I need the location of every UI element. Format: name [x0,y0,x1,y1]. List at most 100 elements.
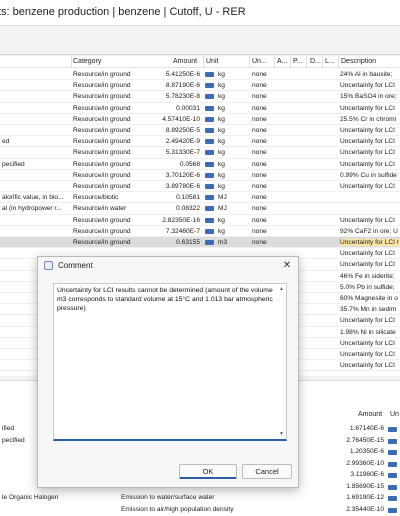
table-row[interactable]: Emission to air/high population density 2… [0,504,400,516]
flow-uncertainty: none [252,183,267,190]
dialog-title: Comment [58,261,93,270]
flow-amount: 5.78230E-8 [165,93,200,101]
scroll-down-icon[interactable]: ▼ [279,431,284,437]
flow-description: Uncertainty for LCI [340,82,395,90]
flow-uncertainty: none [252,205,267,213]
table-row[interactable]: Resource/in ground 8.87190E-6 kg none Uncert… [0,80,400,92]
flow-amount: 7.32460E-7 [165,227,200,235]
close-icon[interactable]: ✕ [280,259,294,272]
flow-description: Uncertainty for LCI [340,160,395,168]
unit-table-icon[interactable] [205,195,214,201]
table-row[interactable]: Resource/in ground 5.31330E-7 kg none Uncert… [0,147,400,159]
flow-description: 24% Al in bauxite; [340,71,393,78]
comment-text[interactable]: Uncertainty for LCI results cannot be de… [57,287,275,313]
unit-table-icon[interactable] [388,450,397,455]
unit-table-icon[interactable] [205,139,214,145]
unit-table-icon[interactable] [205,72,214,77]
column-header-location[interactable]: L... [325,58,335,65]
unit-table-icon[interactable] [205,83,214,89]
unit-table-icon[interactable] [205,150,214,156]
table-row[interactable]: Resource/in ground 2.82350E-16 kg none Uncer… [0,215,400,226]
table-row[interactable]: al (in hydropower r... Resource/in water 0… [0,203,400,215]
flow-amount: 8.87190E-6 [165,82,200,90]
flow-description: 15% BaSO4 in ore; [340,93,397,101]
table-row[interactable]: Resource/in ground 7.32460E-7 kg none 92% Ca… [0,226,400,237]
flow-amount: 3.89780E-6 [165,183,200,190]
flow-description: Uncertainty for LCI [340,261,395,269]
flow-amount: 2.49420E-9 [165,138,200,146]
column-header-category[interactable]: Category [73,58,101,65]
column-header-uncertainty[interactable]: Un... [252,58,267,65]
unit-table-icon[interactable] [388,461,397,467]
flow-name: pecified [2,160,25,168]
unit-table-icon[interactable] [205,217,214,223]
flow-description: Uncertainty for LCI [340,216,395,224]
column-header-description[interactable]: Description [341,58,376,65]
flow-unit: kg [218,183,225,190]
flow-uncertainty: none [252,71,267,78]
flow-name: alorific value, in bio... [2,194,64,202]
column-header-unit[interactable]: Unit [206,58,218,65]
unit-table-icon[interactable] [388,496,397,501]
ok-button[interactable]: OK [179,464,237,479]
unit-table-icon[interactable] [205,184,214,189]
flow-category: Emission to water/surface water [121,494,215,501]
table-row[interactable]: Resource/in ground 4.57410E-10 kg none 25.5%… [0,114,400,125]
table-row[interactable]: Resource/in ground 0.00031 kg none Uncertain… [0,103,400,114]
table-row[interactable]: ed Resource/in ground 2.49420E-9 kg none Unce… [0,136,400,148]
unit-table-icon[interactable] [388,427,397,432]
flow-unit: kg [218,127,225,134]
cancel-button[interactable]: Cancel [242,464,292,479]
comment-textarea[interactable]: Uncertainty for LCI results cannot be de… [53,283,287,441]
flow-description: Uncertainty for LCI [340,149,395,157]
table-row[interactable]: Resource/in ground 5.78230E-8 kg none 15% Ba… [0,91,400,103]
flow-description: Uncertainty for LCI [340,362,395,370]
flow-amount: 0.10581 [176,194,200,202]
flow-uncertainty: none [252,194,267,202]
unit-table-icon[interactable] [388,484,397,490]
flow-uncertainty: none [252,104,267,112]
flow-description: Uncertainty for LCI [340,339,395,347]
unit-table-icon[interactable] [205,172,214,178]
unit-table-icon[interactable] [205,128,214,133]
flow-amount: 2.82350E-16 [162,216,200,224]
unit-table-icon[interactable] [205,94,214,100]
flow-unit: kg [218,171,225,179]
column-header-provider[interactable]: P... [293,58,303,65]
flow-uncertainty: none [252,138,267,146]
flow-unit: kg [218,160,225,168]
flow-unit: kg [218,93,225,101]
scroll-up-icon[interactable]: ▲ [279,286,284,292]
flow-amount: 5.31330E-7 [165,149,200,157]
divider [0,54,400,55]
unit-table-icon[interactable] [205,240,214,245]
column-header-amount[interactable]: Amount [173,58,197,65]
flow-unit: kg [218,216,225,224]
table-row[interactable]: Resource/in ground 5.41250E-6 kg none 24% Al… [0,69,400,81]
flow-amount: 4.57410E-10 [162,115,200,123]
table-row[interactable]: Resource/in ground 3.70120E-6 kg none 0.99% … [0,170,400,181]
column-header-dq[interactable]: D... [310,58,321,65]
unit-table-icon[interactable] [205,116,214,122]
unit-table-icon[interactable] [205,161,214,167]
flow-uncertainty: none [252,227,267,235]
column-header-avoided[interactable]: A... [277,58,288,65]
table-row[interactable]: le Organic Halogen Emission to water/surf… [0,492,400,504]
table-row[interactable]: Resource/in ground 3.89780E-6 kg none Uncert… [0,181,400,193]
flow-amount: 2.35440E-10 [346,505,384,513]
table-row[interactable]: alorific value, in bio... Resource/biotic… [0,192,400,204]
table-row[interactable]: pecified Resource/in ground 0.0568 kg none Un… [0,159,400,170]
column-header-amount[interactable]: Amount [358,411,382,418]
table-row[interactable]: Resource/in ground 8.89250E-5 kg none Uncert… [0,125,400,137]
column-header-unit[interactable]: Un [390,411,399,418]
flow-unit: kg [218,149,225,157]
window-titlebar: ts: benzene production | benzene | Cutof… [0,0,400,26]
unit-table-icon[interactable] [388,438,397,444]
unit-table-icon[interactable] [205,206,214,212]
unit-table-icon[interactable] [205,228,214,234]
unit-table-icon[interactable] [388,507,397,513]
table-row[interactable]: Resource/in ground 0.63155 m3 none Uncertain… [0,237,400,249]
unit-table-icon[interactable] [205,105,214,111]
flow-description: Uncertainty for LCI [340,104,395,112]
unit-table-icon[interactable] [388,473,397,478]
